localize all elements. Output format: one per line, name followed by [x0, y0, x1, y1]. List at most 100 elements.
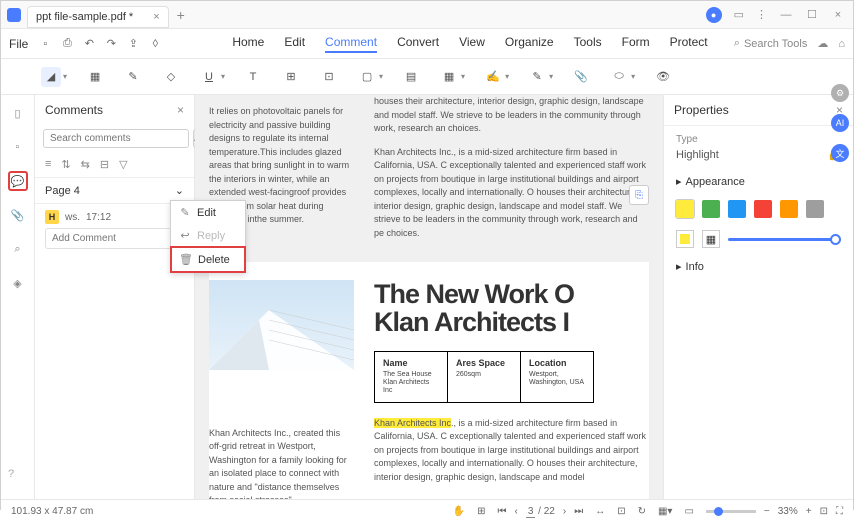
eraser-tool[interactable]: ◇: [161, 67, 181, 87]
attachment-tool[interactable]: 📎: [571, 67, 591, 87]
sort-az-icon[interactable]: ⇅: [61, 158, 70, 171]
save-icon[interactable]: ▫: [36, 35, 54, 53]
select-tool-icon[interactable]: ⊞: [477, 506, 485, 517]
translate-rail-icon[interactable]: 文: [831, 144, 849, 162]
fit-width-icon[interactable]: ↔: [595, 506, 605, 517]
color-yellow[interactable]: [676, 200, 694, 218]
prev-page-icon[interactable]: ‹: [514, 506, 517, 517]
tab-form[interactable]: Form: [622, 35, 650, 53]
add-comment-input[interactable]: [45, 228, 184, 249]
thumbnails-icon[interactable]: ▯: [8, 103, 28, 123]
show-comments-tool[interactable]: 👁: [653, 67, 673, 87]
comments-rail-icon[interactable]: 💬: [8, 171, 28, 191]
tab-comment[interactable]: Comment: [325, 35, 377, 53]
color-blue[interactable]: [728, 200, 746, 218]
tab-organize[interactable]: Organize: [505, 35, 554, 53]
page-indicator[interactable]: 3 / 22: [526, 506, 555, 517]
caret-icon: ▸: [676, 175, 682, 188]
filter-icon[interactable]: ▽: [119, 158, 127, 171]
search-rail-icon[interactable]: ⌕: [8, 239, 28, 259]
first-page-icon[interactable]: ⏮: [497, 506, 506, 517]
zoom-in-icon[interactable]: +: [806, 506, 812, 517]
minimize-button[interactable]: —: [779, 9, 793, 21]
color-red[interactable]: [754, 200, 772, 218]
measure-tool[interactable]: ✎: [527, 67, 547, 87]
shape-tool[interactable]: ▢: [357, 67, 377, 87]
fill-color-box[interactable]: [676, 230, 694, 248]
undo-icon[interactable]: ↶: [80, 35, 98, 53]
color-gray[interactable]: [806, 200, 824, 218]
tab-protect[interactable]: Protect: [670, 35, 708, 53]
read-mode-icon[interactable]: ▭: [684, 506, 693, 517]
opacity-slider[interactable]: [728, 238, 841, 241]
note-tool[interactable]: ▤: [401, 67, 421, 87]
ai-rail-icon[interactable]: AI: [831, 114, 849, 132]
file-menu[interactable]: File: [9, 37, 28, 51]
close-window-button[interactable]: ×: [831, 9, 845, 21]
maximize-button[interactable]: ☐: [805, 8, 819, 21]
zoom-slider[interactable]: [706, 510, 756, 513]
collapse-icon[interactable]: ⊟: [100, 158, 109, 171]
redo-icon[interactable]: ↷: [102, 35, 120, 53]
tab-view[interactable]: View: [459, 35, 485, 53]
chevron-down-icon: ⌄: [175, 184, 184, 197]
hand-tool-icon[interactable]: ✋: [453, 506, 465, 517]
tab-tools[interactable]: Tools: [574, 35, 602, 53]
fit-page-icon[interactable]: ⊡: [617, 506, 625, 517]
document-tab[interactable]: ppt file-sample.pdf * ×: [27, 6, 169, 28]
stamp-tool[interactable]: ▦: [439, 67, 459, 87]
cloud-icon[interactable]: ☁: [817, 37, 828, 50]
user-avatar[interactable]: ●: [706, 7, 722, 23]
textbox-tool[interactable]: ⊞: [281, 67, 301, 87]
tab-close-icon[interactable]: ×: [153, 11, 159, 23]
home-icon[interactable]: ⌂: [838, 38, 845, 50]
floating-copy-icon[interactable]: ⎘: [629, 185, 649, 205]
zoom-out-icon[interactable]: −: [764, 506, 770, 517]
page-label: Page 4: [45, 185, 80, 197]
help-icon[interactable]: ?: [8, 468, 14, 480]
settings-rail-icon[interactable]: ⚙: [831, 84, 849, 102]
last-page-icon[interactable]: ⏭: [574, 506, 583, 517]
notifications-icon[interactable]: ▭: [734, 8, 744, 21]
info-section[interactable]: ▸ Info: [664, 254, 853, 279]
attachments-rail-icon[interactable]: 📎: [8, 205, 28, 225]
tab-home[interactable]: Home: [232, 35, 264, 53]
actual-size-icon[interactable]: ⊡: [820, 506, 828, 517]
tab-edit[interactable]: Edit: [284, 35, 305, 53]
text-tool[interactable]: T: [243, 67, 263, 87]
print-icon[interactable]: ⎙: [58, 35, 76, 53]
next-page-icon[interactable]: ›: [563, 506, 566, 517]
close-panel-icon[interactable]: ×: [177, 103, 184, 117]
color-orange[interactable]: [780, 200, 798, 218]
zoom-value[interactable]: 33%: [778, 506, 798, 517]
layers-rail-icon[interactable]: ◈: [8, 273, 28, 293]
opacity-box[interactable]: ▦: [702, 230, 720, 248]
ctx-edit[interactable]: ✎ Edit: [171, 201, 245, 224]
sort-icon[interactable]: ≡: [45, 158, 51, 171]
highlight-tool[interactable]: ◢: [41, 67, 61, 87]
highlighter-icon[interactable]: ◊: [146, 35, 164, 53]
fullscreen-icon[interactable]: ⛶: [836, 506, 843, 517]
share-icon[interactable]: ⇪: [124, 35, 142, 53]
bookmarks-icon[interactable]: ▫: [8, 137, 28, 157]
expand-icon[interactable]: ⇆: [81, 158, 90, 171]
underline-tool[interactable]: U: [199, 67, 219, 87]
kebab-menu-icon[interactable]: ⋮: [756, 8, 767, 21]
view-mode-icon[interactable]: ▦▾: [658, 506, 672, 517]
ctx-delete[interactable]: 🗑 Delete: [170, 246, 246, 273]
pencil-tool[interactable]: ✎: [123, 67, 143, 87]
dimensions-readout: 101.93 x 47.87 cm: [11, 506, 453, 517]
callout-tool[interactable]: ⊡: [319, 67, 339, 87]
link-tool[interactable]: ⬭: [609, 67, 629, 87]
area-highlight-tool[interactable]: ▦: [85, 67, 105, 87]
rotate-icon[interactable]: ↻: [638, 506, 646, 517]
color-green[interactable]: [702, 200, 720, 218]
document-viewport[interactable]: It relies on photovoltaic panels for ele…: [195, 95, 663, 499]
search-comments-input[interactable]: [43, 129, 189, 148]
search-tools[interactable]: ⌕ Search Tools: [734, 37, 808, 50]
new-tab-button[interactable]: +: [177, 7, 185, 23]
highlighted-text[interactable]: Khan Architects Inc: [374, 418, 451, 428]
signature-tool[interactable]: ✍: [483, 67, 503, 87]
tab-convert[interactable]: Convert: [397, 35, 439, 53]
appearance-section[interactable]: ▸ Appearance: [664, 169, 853, 194]
